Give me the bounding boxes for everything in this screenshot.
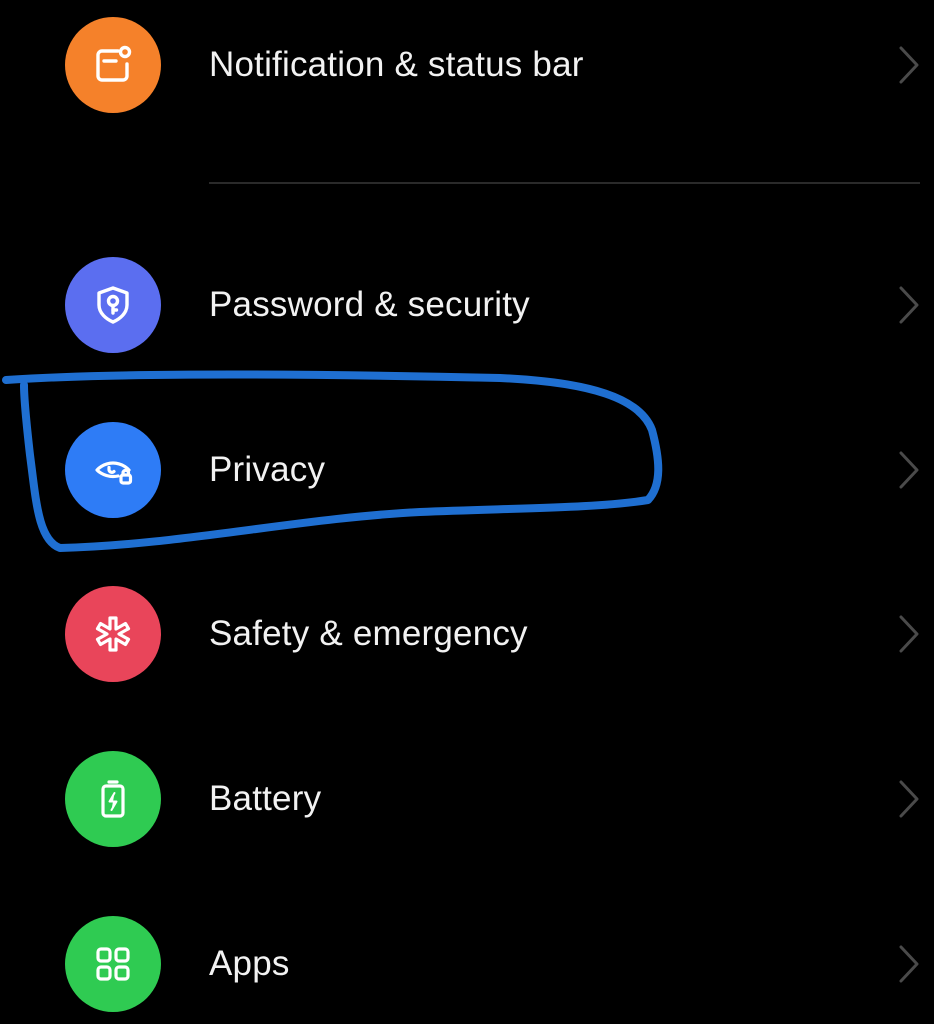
settings-item-privacy[interactable]: Privacy — [0, 410, 934, 530]
notification-bar-icon — [65, 17, 161, 113]
settings-item-label: Battery — [209, 779, 322, 818]
settings-item-password-security[interactable]: Password & security — [0, 245, 934, 365]
settings-item-label: Notification & status bar — [209, 45, 584, 84]
chevron-right-icon — [899, 46, 919, 84]
chevron-right-icon — [899, 286, 919, 324]
chevron-right-icon — [899, 945, 919, 983]
settings-item-apps[interactable]: Apps — [0, 904, 934, 1024]
settings-item-label: Apps — [209, 944, 290, 983]
chevron-right-icon — [899, 780, 919, 818]
chevron-right-icon — [899, 451, 919, 489]
section-divider — [209, 182, 920, 184]
settings-screen: Notification & status bar Password & sec… — [0, 0, 934, 1024]
settings-item-label: Privacy — [209, 450, 326, 489]
apps-grid-icon — [65, 916, 161, 1012]
settings-item-notification[interactable]: Notification & status bar — [0, 5, 934, 125]
eye-lock-icon — [65, 422, 161, 518]
asterisk-icon — [65, 586, 161, 682]
settings-item-battery[interactable]: Battery — [0, 739, 934, 859]
settings-item-safety-emergency[interactable]: Safety & emergency — [0, 574, 934, 694]
settings-item-label: Password & security — [209, 285, 530, 324]
battery-charging-icon — [65, 751, 161, 847]
settings-item-label: Safety & emergency — [209, 614, 528, 653]
chevron-right-icon — [899, 615, 919, 653]
shield-key-icon — [65, 257, 161, 353]
